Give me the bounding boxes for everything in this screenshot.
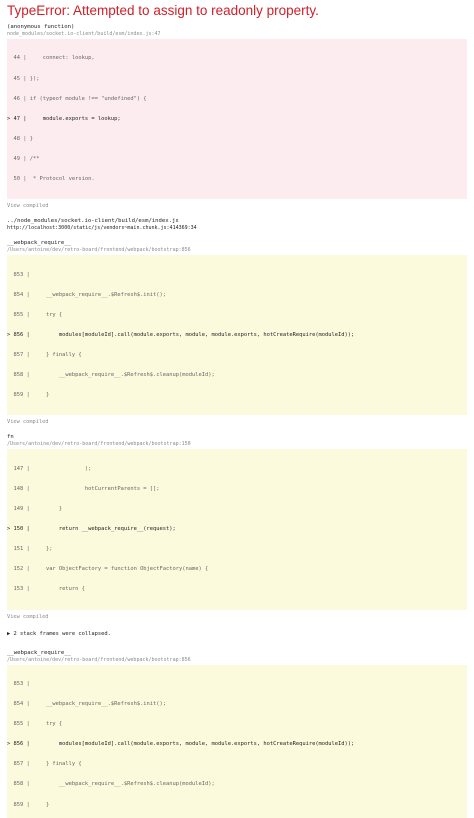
code-snippet: 44 | connect: lookup, 45 | }); 46 | if (… — [7, 39, 467, 200]
code-line: 44 | connect: lookup, — [7, 55, 95, 62]
code-line: 149 | } — [7, 505, 63, 512]
code-line: 857 | } finally { — [7, 761, 82, 768]
code-line: 858 | __webpack_require__.$Refresh$.clea… — [7, 372, 215, 379]
frame-file-path[interactable]: /Users/antoine/dev/retro-board/frontend/… — [7, 657, 467, 664]
code-line: 153 | return { — [7, 586, 85, 593]
code-line: 151 | }; — [7, 546, 53, 553]
code-line: 49 | /** — [7, 155, 40, 162]
frame-function-name: (anonymous function) — [7, 24, 75, 30]
frame-file-path[interactable]: /Users/antoine/dev/retro-board/frontend/… — [7, 441, 467, 448]
code-line: 857 | } finally { — [7, 352, 82, 359]
code-line-highlighted: > 150 | return __webpack_require__(reque… — [7, 526, 176, 533]
frame-function-name: ../node_modules/socket.io-client/build/e… — [7, 218, 179, 225]
code-line: 50 | * Protocol version. — [7, 176, 95, 183]
code-line-highlighted: > 856 | modules[moduleId].call(module.ex… — [7, 331, 355, 338]
frame-function-name: __webpack_require__ — [7, 649, 71, 656]
code-line-highlighted: > 856 | modules[moduleId].call(module.ex… — [7, 741, 355, 748]
collapsed-frames-toggle[interactable]: ▶ 2 stack frames were collapsed. — [7, 631, 467, 638]
frame-function-name: fn — [7, 434, 14, 441]
frame-file-path[interactable]: http://localhost:3000/static/js/vendors~… — [7, 225, 467, 232]
code-line: 859 | } — [7, 801, 50, 808]
code-line: 148 | hotCurrentParents = []; — [7, 485, 160, 492]
stack-frame: __webpack_require__ /Users/antoine/dev/r… — [7, 240, 467, 426]
code-snippet: 853 | 854 | __webpack_require__.$Refresh… — [7, 255, 467, 416]
code-line: 858 | __webpack_require__.$Refresh$.clea… — [7, 781, 215, 788]
view-compiled-link[interactable]: View compiled — [7, 614, 467, 621]
frame-file-path[interactable]: /Users/antoine/dev/retro-board/frontend/… — [7, 247, 467, 254]
stack-frame: (anonymous function) node_modules/socket… — [7, 24, 467, 210]
code-line: 859 | } — [7, 392, 50, 399]
code-line: 46 | if (typeof module !== "undefined") … — [7, 95, 147, 102]
code-line: 854 | __webpack_require__.$Refresh$.init… — [7, 291, 167, 298]
code-line: 48 | } — [7, 135, 33, 142]
error-overlay: TypeError: Attempted to assign to readon… — [0, 0, 474, 818]
code-line: 853 | — [7, 680, 30, 687]
view-compiled-link[interactable]: View compiled — [7, 203, 467, 210]
stack-frame: fn /Users/antoine/dev/retro-board/fronte… — [7, 434, 467, 620]
view-compiled-link[interactable]: View compiled — [7, 419, 467, 426]
code-line: 855 | try { — [7, 721, 63, 728]
stack-frame: __webpack_require__ /Users/antoine/dev/r… — [7, 650, 467, 818]
code-line: 147 | ); — [7, 465, 92, 472]
frame-function-name: __webpack_require__ — [7, 240, 71, 247]
stack-frame: ../node_modules/socket.io-client/build/e… — [7, 218, 467, 232]
code-line-highlighted: > 47 | module.exports = lookup; — [7, 115, 121, 122]
error-title: TypeError: Attempted to assign to readon… — [7, 3, 319, 18]
code-line: 152 | var ObjectFactory = function Objec… — [7, 566, 209, 573]
code-line: 854 | __webpack_require__.$Refresh$.init… — [7, 701, 167, 708]
code-line: 853 | — [7, 271, 30, 278]
frame-file-path[interactable]: node_modules/socket.io-client/build/esm/… — [7, 31, 467, 38]
code-snippet: 853 | 854 | __webpack_require__.$Refresh… — [7, 664, 467, 818]
code-line: 45 | }); — [7, 75, 40, 82]
code-snippet: 147 | ); 148 | hotCurrentParents = []; 1… — [7, 449, 467, 610]
code-line: 855 | try { — [7, 311, 63, 318]
